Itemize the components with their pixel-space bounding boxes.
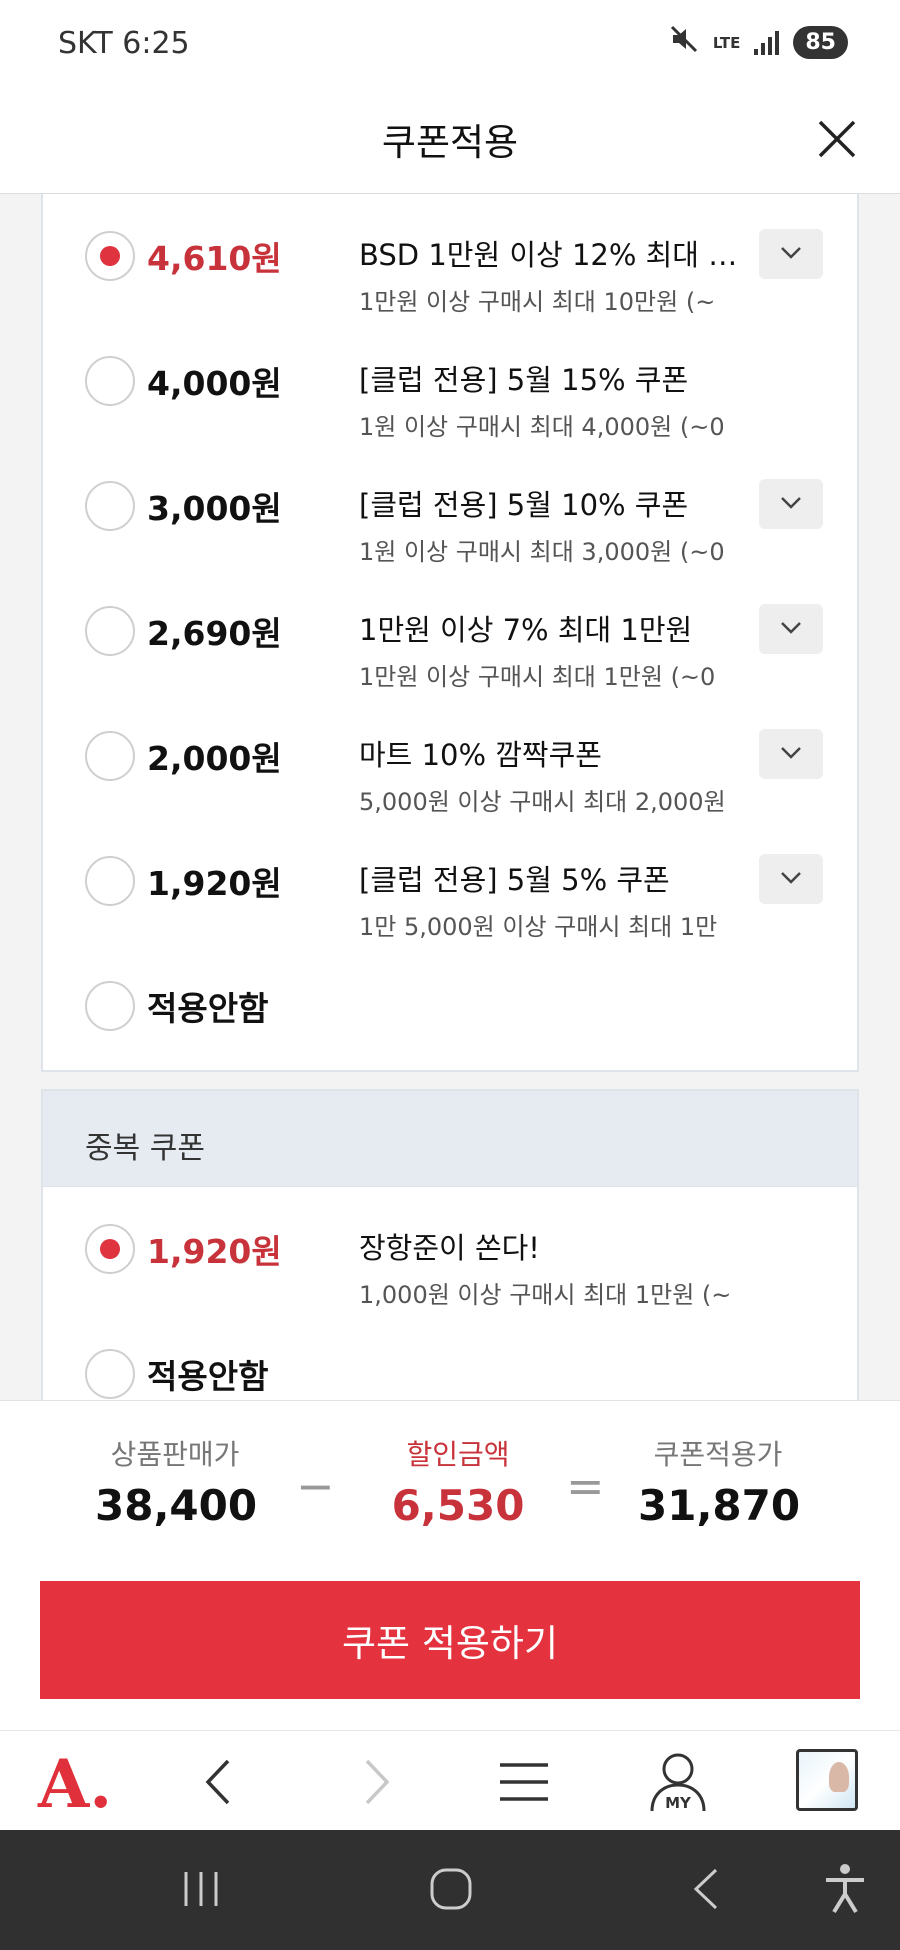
chevron-down-icon <box>781 497 801 509</box>
accessibility-button[interactable] <box>822 1862 868 1918</box>
final-price: 쿠폰적용가 31,870 <box>638 1433 801 1530</box>
sale-price-value: 38,400 <box>95 1481 258 1530</box>
mute-icon <box>669 24 699 61</box>
signal-icon <box>754 30 780 55</box>
coupon-desc: 1원 이상 구매시 최대 4,000원 (~0 <box>359 413 725 441</box>
system-nav <box>0 1830 900 1950</box>
radio-button[interactable] <box>85 606 135 656</box>
home-icon <box>430 1868 472 1910</box>
coupon-name: [클럽 전용] 5월 10% 쿠폰 <box>359 488 689 522</box>
coupon-amount: 4,610원 <box>147 239 282 278</box>
radio-button[interactable] <box>85 1349 135 1399</box>
chevron-down-icon <box>781 622 801 634</box>
discount-value: 6,530 <box>391 1481 525 1530</box>
battery-icon: 85 <box>793 26 848 59</box>
coupon-name: 마트 10% 깜짝쿠폰 <box>359 738 602 772</box>
coupon-desc: 1만원 이상 구매시 최대 10만원 (~ <box>359 288 716 316</box>
expand-button[interactable] <box>759 854 823 904</box>
close-button[interactable] <box>814 116 860 162</box>
menu-button[interactable] <box>494 1757 554 1807</box>
hamburger-icon <box>500 1763 548 1801</box>
sale-price-label: 상품판매가 <box>110 1438 240 1471</box>
coupon-name: 1만원 이상 7% 최대 1만원 <box>359 613 693 647</box>
chevron-down-icon <box>781 872 801 884</box>
coupon-desc: 1만 5,000원 이상 구매시 최대 1만 <box>359 913 718 941</box>
equals-sign: = <box>566 1459 605 1513</box>
chevron-down-icon <box>781 247 801 259</box>
duplicate-coupon-section: 중복 쿠폰 1,920원 장항준이 쏜다! 1,000원 이상 구매시 최대 1… <box>41 1089 859 1409</box>
expand-button[interactable] <box>759 604 823 654</box>
coupon-amount: 1,920원 <box>147 1232 282 1271</box>
my-page-button[interactable]: MY <box>646 1749 710 1813</box>
coupon-desc: 1원 이상 구매시 최대 3,000원 (~0 <box>359 538 725 566</box>
home-button[interactable] <box>428 1866 474 1916</box>
coupon-amount: 1,920원 <box>147 864 282 903</box>
section-header: 중복 쿠폰 <box>43 1091 857 1187</box>
minus-sign: − <box>296 1459 335 1513</box>
coupon-row[interactable]: 3,000원 [클럽 전용] 5월 10% 쿠폰 1원 이상 구매시 최대 3,… <box>43 444 857 569</box>
expand-button[interactable] <box>759 729 823 779</box>
final-price-label: 쿠폰적용가 <box>653 1438 783 1471</box>
apply-coupon-button[interactable]: 쿠폰 적용하기 <box>40 1581 860 1699</box>
coupon-row-none[interactable]: 적용안함 <box>43 944 857 1069</box>
logo[interactable]: A. <box>38 1745 112 1823</box>
coupon-name: 장항준이 쏜다! <box>359 1231 540 1265</box>
status-icons: LTE 85 <box>669 24 848 61</box>
section-title: 중복 쿠폰 <box>85 1131 205 1166</box>
status-bar: SKT 6:25 LTE 85 <box>0 0 900 90</box>
coupon-row[interactable]: 1,920원 [클럽 전용] 5월 5% 쿠폰 1만 5,000원 이상 구매시… <box>43 819 857 944</box>
coupon-row[interactable]: 4,610원 BSD 1만원 이상 12% 최대 1... 1만원 이상 구매시… <box>43 194 857 319</box>
coupon-name: BSD 1만원 이상 12% 최대 1... <box>359 238 749 272</box>
coupon-row[interactable]: 1,920원 장항준이 쏜다! 1,000원 이상 구매시 최대 1만원 (~ <box>43 1187 857 1312</box>
my-label: MY <box>665 1794 692 1812</box>
chevron-left-icon <box>205 1759 230 1805</box>
recent-apps-icon <box>184 1872 218 1906</box>
coupon-name: [클럽 전용] 5월 15% 쿠폰 <box>359 363 689 397</box>
radio-button[interactable] <box>85 231 135 281</box>
coupon-row[interactable]: 2,690원 1만원 이상 7% 최대 1만원 1만원 이상 구매시 최대 1만… <box>43 569 857 694</box>
back-icon <box>693 1868 718 1910</box>
page-title: 쿠폰적용 <box>381 121 519 164</box>
coupon-row[interactable]: 4,000원 [클럽 전용] 5월 15% 쿠폰 1원 이상 구매시 최대 4,… <box>43 319 857 444</box>
coupon-desc: 1,000원 이상 구매시 최대 1만원 (~ <box>359 1281 732 1309</box>
final-price-value: 31,870 <box>638 1481 801 1530</box>
discount-amount: 할인금액 6,530 <box>378 1433 538 1530</box>
discount-label: 할인금액 <box>406 1438 510 1471</box>
expand-button[interactable] <box>759 229 823 279</box>
expand-button[interactable] <box>759 479 823 529</box>
system-back-button[interactable] <box>684 1866 730 1916</box>
coupon-amount: 2,000원 <box>147 739 282 778</box>
coupon-row[interactable]: 2,000원 마트 10% 깜짝쿠폰 5,000원 이상 구매시 최대 2,00… <box>43 694 857 819</box>
accessibility-icon <box>826 1864 864 1914</box>
back-button[interactable] <box>190 1757 250 1807</box>
price-summary: 상품판매가 38,400 − 할인금액 6,530 = 쿠폰적용가 31,870… <box>0 1400 900 1730</box>
coupon-desc: 1만원 이상 구매시 최대 1만원 (~0 <box>359 663 716 691</box>
browser-nav: A. MY <box>0 1730 900 1830</box>
close-icon <box>818 120 856 158</box>
chevron-right-icon <box>365 1759 390 1805</box>
forward-button[interactable] <box>345 1757 405 1807</box>
radio-button[interactable] <box>85 856 135 906</box>
chevron-down-icon <box>781 747 801 759</box>
carrier-time: SKT 6:25 <box>58 26 190 61</box>
lte-icon: LTE <box>712 33 741 52</box>
user-icon: MY <box>650 1753 706 1812</box>
coupon-amount: 3,000원 <box>147 489 282 528</box>
coupon-amount: 적용안함 <box>147 989 269 1028</box>
coupon-amount: 적용안함 <box>147 1357 269 1396</box>
coupon-amount: 4,000원 <box>147 364 282 403</box>
radio-button[interactable] <box>85 981 135 1031</box>
coupon-name: [클럽 전용] 5월 5% 쿠폰 <box>359 863 670 897</box>
coupon-list: 4,610원 BSD 1만원 이상 12% 최대 1... 1만원 이상 구매시… <box>41 194 859 1072</box>
coupon-amount: 2,690원 <box>147 614 282 653</box>
sale-price: 상품판매가 38,400 <box>95 1433 258 1530</box>
coupon-desc: 5,000원 이상 구매시 최대 2,000원 <box>359 788 726 816</box>
radio-button[interactable] <box>85 481 135 531</box>
radio-button[interactable] <box>85 731 135 781</box>
recent-apps-button[interactable] <box>178 1866 224 1916</box>
header: 쿠폰적용 <box>0 90 900 194</box>
tab-thumbnail[interactable] <box>796 1749 858 1811</box>
radio-button[interactable] <box>85 1224 135 1274</box>
radio-button[interactable] <box>85 356 135 406</box>
